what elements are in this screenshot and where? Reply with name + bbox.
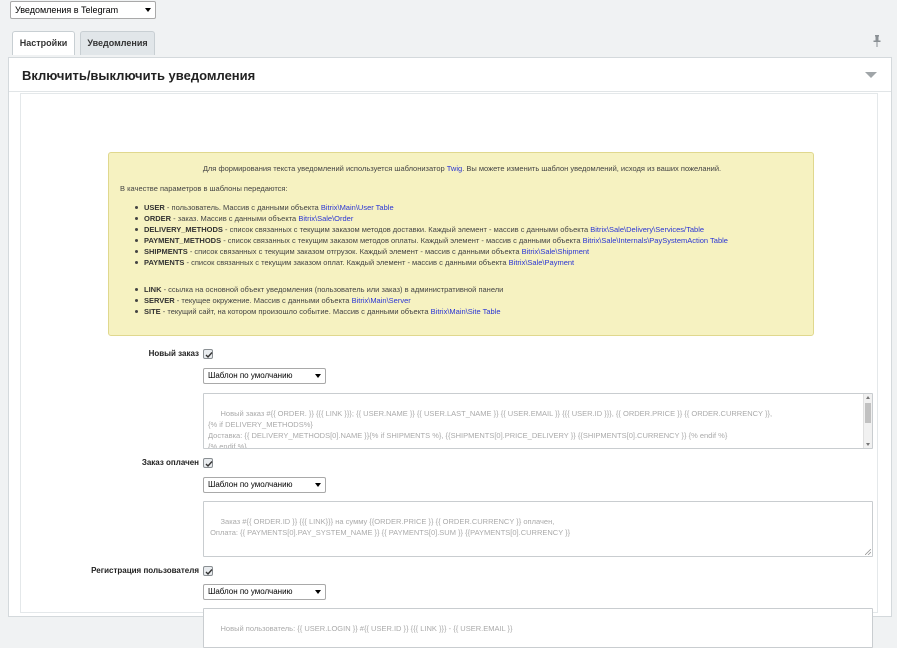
list-item: ORDER - заказ. Массив с данными объекта … (135, 213, 728, 224)
template-select-value: Шаблон по умолчанию (208, 371, 293, 380)
pin-icon[interactable] (872, 35, 882, 47)
new-order-template-textarea[interactable]: Новый заказ #{{ ORDER. }} {{{ LINK }}}; … (203, 393, 873, 449)
class-link[interactable]: Bitrix\Sale\Internals\PaySystemAction Ta… (583, 236, 728, 245)
template-text: Новый заказ #{{ ORDER. }} {{{ LINK }}}; … (208, 409, 773, 449)
notification-type-select[interactable]: Уведомления в Telegram (10, 1, 156, 19)
scrollbar[interactable] (863, 394, 872, 448)
user-registration-template-textarea[interactable]: Новый пользователь: {{ USER.LOGIN }} #{{… (203, 608, 873, 648)
divider (9, 91, 891, 92)
template-select-value: Шаблон по умолчанию (208, 587, 293, 596)
scroll-thumb[interactable] (865, 403, 871, 423)
list-item: LINK - ссылка на основной объект уведомл… (135, 284, 503, 295)
chevron-down-icon (315, 374, 321, 378)
user-registration-checkbox[interactable] (203, 566, 213, 576)
class-link[interactable]: Bitrix\Sale\Delivery\Services/Table (590, 225, 704, 234)
template-text: Новый пользователь: {{ USER.LOGIN }} #{{… (220, 624, 513, 633)
extra-params-list: LINK - ссылка на основной объект уведомл… (135, 284, 503, 317)
list-item: PAYMENT_METHODS - список связанных с тек… (135, 235, 728, 246)
tab-settings-label: Настройки (19, 38, 68, 48)
check-icon (205, 352, 213, 359)
check-icon (205, 569, 213, 576)
class-link[interactable]: Bitrix\Sale\Shipment (522, 247, 590, 256)
info-box: Для формирования текста уведомлений испо… (108, 152, 814, 336)
check-icon (205, 461, 213, 468)
class-link[interactable]: Bitrix\Main\Server (352, 296, 411, 305)
list-item: DELIVERY_METHODS - список связанных с те… (135, 224, 728, 235)
settings-panel: Для формирования текста уведомлений испо… (20, 93, 878, 648)
order-paid-checkbox[interactable] (203, 458, 213, 468)
class-link[interactable]: Bitrix\Main\User Table (321, 203, 394, 212)
user-registration-template-select[interactable]: Шаблон по умолчанию (203, 584, 326, 600)
new-order-template-select[interactable]: Шаблон по умолчанию (203, 368, 326, 384)
scroll-up-icon[interactable] (866, 396, 870, 399)
scroll-down-icon[interactable] (866, 443, 870, 446)
section-title: Включить/выключить уведомления (22, 68, 256, 83)
template-select-value: Шаблон по умолчанию (208, 480, 293, 489)
resize-handle-icon[interactable] (865, 549, 871, 555)
params-intro: В качестве параметров в шаблоны передают… (120, 184, 288, 193)
twig-link[interactable]: Twig (447, 164, 462, 173)
notification-type-value: Уведомления в Telegram (15, 5, 119, 15)
list-item: SERVER - текущее окружение. Массив с дан… (135, 295, 503, 306)
tab-notifications[interactable]: Уведомления (80, 31, 155, 55)
chevron-down-icon (315, 590, 321, 594)
chevron-down-icon (315, 483, 321, 487)
list-item: PAYMENTS - список связанных с текущим за… (135, 257, 728, 268)
new-order-label: Новый заказ (148, 349, 199, 358)
template-text: Заказ #{{ ORDER.ID }} {{{ LINK}}} на сум… (210, 517, 571, 537)
class-link[interactable]: Bitrix\Sale\Payment (509, 258, 574, 267)
order-paid-label: Заказ оплачен (141, 458, 199, 467)
tab-settings[interactable]: Настройки (12, 31, 75, 55)
main-panel: Включить/выключить уведомления Для форми… (8, 57, 892, 648)
info-intro-text-end: . Вы можете изменить шаблон уведомлений,… (462, 164, 722, 173)
collapse-icon[interactable] (865, 72, 877, 78)
chevron-down-icon (145, 8, 151, 12)
class-link[interactable]: Bitrix\Sale\Order (298, 214, 353, 223)
params-list: USER - пользователь. Массив с данными об… (135, 202, 728, 268)
list-item: USER - пользователь. Массив с данными об… (135, 202, 728, 213)
order-paid-template-textarea[interactable]: Заказ #{{ ORDER.ID }} {{{ LINK}}} на сум… (203, 501, 873, 557)
list-item: SHIPMENTS - список связанных с текущим з… (135, 246, 728, 257)
info-intro: Для формирования текста уведомлений испо… (109, 163, 815, 174)
info-intro-text: Для формирования текста уведомлений испо… (202, 164, 447, 173)
class-link[interactable]: Bitrix\Main\Site Table (431, 307, 501, 316)
list-item: SITE - текущий сайт, на котором произошл… (135, 306, 503, 317)
new-order-checkbox[interactable] (203, 349, 213, 359)
user-registration-label: Регистрация пользователя (91, 566, 199, 575)
tab-notifications-label: Уведомления (87, 38, 148, 48)
order-paid-template-select[interactable]: Шаблон по умолчанию (203, 477, 326, 493)
